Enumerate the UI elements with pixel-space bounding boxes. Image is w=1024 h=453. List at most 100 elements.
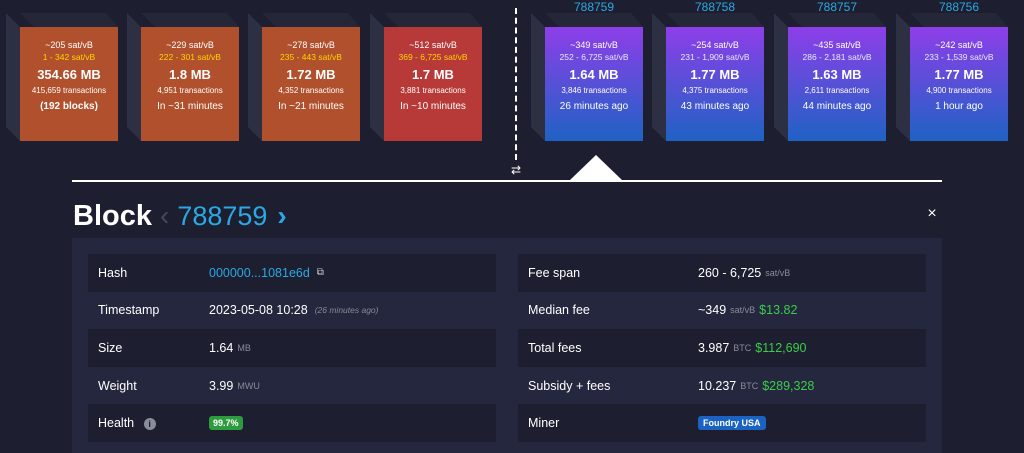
miner-row: Miner Foundry USA (518, 404, 926, 442)
fee-span-value: 260 - 6,725 (698, 265, 762, 280)
block-tx-count: 4,375 transactions (682, 86, 748, 95)
median-fee-label: Median fee (528, 303, 590, 318)
block-size: 1.8 MB (169, 67, 211, 82)
selected-block-arrow (569, 155, 623, 181)
swap-icon[interactable]: ⇄ (509, 163, 523, 177)
subsidy-row: Subsidy + fees 10.237 BTC $289,328 (518, 367, 926, 405)
block-tx-count: 3,881 transactions (400, 86, 466, 95)
median-fee-value: ~349 (698, 303, 727, 318)
block-header: Block ‹ 788759 › (73, 196, 287, 236)
mempool-block[interactable]: ~278 sat/vB 235 - 443 sat/vB 1.72 MB 4,3… (248, 13, 360, 141)
block-tx-count: 4,900 transactions (926, 86, 992, 95)
miner-label: Miner (528, 416, 560, 431)
timestamp-row: Timestamp 2023-05-08 10:28 (26 minutes a… (88, 292, 496, 330)
copy-icon[interactable]: ⧉ (317, 267, 324, 278)
details-right-column: Fee span 260 - 6,725 sat/vB Median fee ~… (518, 254, 926, 442)
block-time-ago: 1 hour ago (935, 101, 983, 112)
block-details-panel: Hash 000000...1081e6d ⧉ Timestamp 2023-0… (72, 238, 942, 453)
block-fee-range: 231 - 1,909 sat/vB (680, 52, 750, 62)
block-median-fee: ~349 sat/vB (570, 40, 618, 50)
block-eta: (192 blocks) (40, 101, 98, 112)
fee-span-unit: sat/vB (765, 267, 791, 278)
block-size: 1.77 MB (690, 67, 740, 82)
block-median-fee: ~205 sat/vB (45, 40, 93, 50)
block-size: 1.7 MB (412, 67, 454, 82)
total-fees-usd: $112,690 (755, 340, 807, 355)
chevron-left-icon[interactable]: ‹ (160, 202, 169, 230)
chevron-right-icon[interactable]: › (277, 202, 286, 230)
block-fee-range: 369 - 6,725 sat/vB (398, 52, 468, 62)
fee-span-label: Fee span (528, 265, 581, 280)
mempool-block[interactable]: ~205 sat/vB 1 - 342 sat/vB 354.66 MB 415… (6, 13, 118, 141)
details-left-column: Hash 000000...1081e6d ⧉ Timestamp 2023-0… (88, 254, 496, 442)
block-size: 1.77 MB (934, 67, 984, 82)
subsidy-label: Subsidy + fees (528, 378, 611, 393)
block-size: 1.64 MB (569, 67, 619, 82)
info-icon[interactable]: i (143, 418, 156, 431)
size-value: 1.64 (209, 340, 234, 355)
timestamp-label: Timestamp (98, 303, 160, 318)
mempool-block[interactable]: ~229 sat/vB 222 - 301 sat/vB 1.8 MB 4,95… (127, 13, 239, 141)
block-median-fee: ~242 sat/vB (935, 40, 983, 50)
block-median-fee: ~435 sat/vB (813, 40, 861, 50)
block-height-link[interactable]: 788759 (545, 0, 643, 14)
mined-block[interactable]: 788757 ~435 sat/vB 286 - 2,181 sat/vB 1.… (774, 0, 886, 141)
block-fee-range: 222 - 301 sat/vB (159, 52, 221, 62)
timestamp-relative: (26 minutes ago) (314, 305, 379, 316)
size-label: Size (98, 340, 123, 355)
section-divider (72, 180, 942, 182)
block-median-fee: ~512 sat/vB (409, 40, 457, 50)
fee-span-row: Fee span 260 - 6,725 sat/vB (518, 254, 926, 292)
weight-row: Weight 3.99 MWU (88, 367, 496, 405)
block-median-fee: ~254 sat/vB (691, 40, 739, 50)
miner-badge[interactable]: Foundry USA (698, 416, 766, 431)
close-icon[interactable]: × (924, 205, 940, 223)
hash-label: Hash (98, 265, 128, 280)
block-fee-range: 252 - 6,725 sat/vB (559, 52, 629, 62)
health-row: Health i 99.7% (88, 404, 496, 442)
median-fee-row: Median fee ~349 sat/vB $13.82 (518, 292, 926, 330)
weight-unit: MWU (237, 380, 260, 391)
block-size: 354.66 MB (37, 67, 101, 82)
block-tx-count: 415,659 transactions (31, 86, 107, 95)
block-tx-count: 4,951 transactions (157, 86, 223, 95)
subsidy-usd: $289,328 (762, 378, 815, 393)
block-time-ago: 44 minutes ago (802, 101, 872, 112)
mined-block[interactable]: 788756 ~242 sat/vB 233 - 1,539 sat/vB 1.… (896, 0, 1008, 141)
total-fees-value: 3.987 (698, 340, 730, 355)
block-fee-range: 233 - 1,539 sat/vB (924, 52, 994, 62)
subsidy-value: 10.237 (698, 378, 737, 393)
hash-row: Hash 000000...1081e6d ⧉ (88, 254, 496, 292)
block-tx-count: 2,611 transactions (804, 86, 870, 95)
block-eta: In ~10 minutes (400, 101, 466, 112)
block-tx-count: 4,352 transactions (278, 86, 344, 95)
mempool-block[interactable]: ~512 sat/vB 369 - 6,725 sat/vB 1.7 MB 3,… (370, 13, 482, 141)
mined-block[interactable]: 788758 ~254 sat/vB 231 - 1,909 sat/vB 1.… (652, 0, 764, 141)
health-badge: 99.7% (209, 416, 243, 431)
block-height-link[interactable]: 788756 (910, 0, 1008, 14)
timestamp-value: 2023-05-08 10:28 (209, 303, 308, 318)
block-height-link[interactable]: 788758 (666, 0, 764, 14)
block-median-fee: ~229 sat/vB (166, 40, 214, 50)
block-fee-range: 1 - 342 sat/vB (42, 52, 96, 62)
median-fee-usd: $13.82 (759, 303, 798, 318)
median-fee-unit: sat/vB (730, 305, 756, 316)
block-median-fee: ~278 sat/vB (287, 40, 335, 50)
subsidy-unit: BTC (740, 380, 759, 391)
size-unit: MB (237, 342, 251, 353)
weight-label: Weight (98, 378, 137, 393)
block-height-link[interactable]: 788757 (788, 0, 886, 14)
block-eta: In ~21 minutes (278, 101, 344, 112)
block-size: 1.72 MB (286, 67, 336, 82)
mined-block[interactable]: 788759 ~349 sat/vB 252 - 6,725 sat/vB 1.… (531, 0, 643, 141)
block-tx-count: 3,846 transactions (561, 86, 627, 95)
block-size: 1.63 MB (812, 67, 862, 82)
hash-value[interactable]: 000000...1081e6d (209, 266, 310, 280)
block-height[interactable]: 788759 (177, 201, 267, 232)
mempool-divider (515, 8, 517, 160)
total-fees-row: Total fees 3.987 BTC $112,690 (518, 329, 926, 367)
block-fee-range: 235 - 443 sat/vB (280, 52, 342, 62)
health-label: Health (98, 416, 135, 431)
blockchain-visualization: ~205 sat/vB 1 - 342 sat/vB 354.66 MB 415… (0, 0, 1024, 182)
size-row: Size 1.64 MB (88, 329, 496, 367)
